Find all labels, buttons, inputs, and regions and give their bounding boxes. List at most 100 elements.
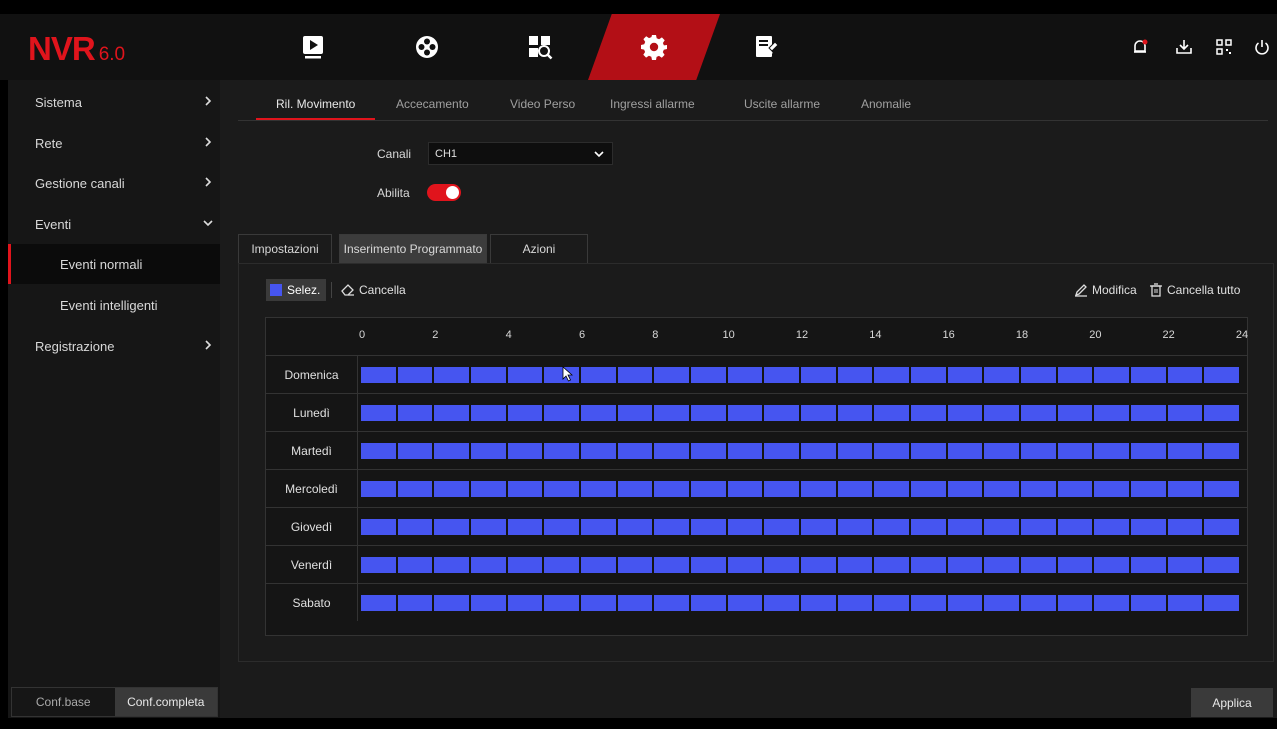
nav-playback[interactable] bbox=[387, 14, 467, 80]
hour-slot[interactable] bbox=[1167, 443, 1203, 459]
hour-slot[interactable] bbox=[1094, 481, 1129, 497]
hour-slot[interactable] bbox=[691, 481, 726, 497]
channel-select[interactable]: CH1 bbox=[428, 142, 613, 165]
hour-slot[interactable] bbox=[764, 595, 799, 611]
download-icon[interactable] bbox=[1175, 38, 1193, 56]
conf-full-button[interactable]: Conf.completa bbox=[114, 688, 217, 716]
enable-toggle[interactable] bbox=[427, 184, 461, 201]
power-icon[interactable] bbox=[1253, 38, 1271, 56]
hour-slot[interactable] bbox=[361, 595, 396, 611]
sidebar-item-eventi-intelligenti[interactable]: Eventi intelligenti bbox=[8, 285, 220, 325]
tab-impostazioni[interactable]: Impostazioni bbox=[238, 234, 332, 263]
hour-slot[interactable] bbox=[911, 367, 946, 383]
hour-slot[interactable] bbox=[984, 367, 1019, 383]
hour-slot[interactable] bbox=[544, 519, 579, 535]
hour-slot[interactable] bbox=[947, 367, 983, 383]
hour-slot[interactable] bbox=[874, 443, 909, 459]
hour-slot[interactable] bbox=[764, 443, 799, 459]
hour-slot[interactable] bbox=[1057, 557, 1093, 573]
hour-slot[interactable] bbox=[361, 405, 396, 421]
hour-slot[interactable] bbox=[471, 595, 506, 611]
hour-slot[interactable] bbox=[361, 481, 396, 497]
hour-slot[interactable] bbox=[544, 481, 579, 497]
hour-slot[interactable] bbox=[654, 519, 689, 535]
hour-slot[interactable] bbox=[1204, 481, 1239, 497]
hour-slot[interactable] bbox=[1204, 557, 1239, 573]
select-tool-button[interactable]: Selez. bbox=[266, 279, 327, 301]
hour-slot[interactable] bbox=[471, 481, 506, 497]
nav-live-view[interactable] bbox=[273, 14, 353, 80]
sidebar-item-eventi-normali[interactable]: Eventi normali bbox=[8, 244, 220, 284]
hour-slot[interactable] bbox=[654, 367, 689, 383]
hour-slot[interactable] bbox=[507, 405, 543, 421]
hour-slot[interactable] bbox=[911, 405, 946, 421]
hour-slot[interactable] bbox=[874, 519, 909, 535]
apply-button[interactable]: Applica bbox=[1191, 688, 1273, 717]
tab-azioni[interactable]: Azioni bbox=[490, 234, 588, 263]
hour-slot[interactable] bbox=[874, 595, 909, 611]
hour-slot[interactable] bbox=[911, 595, 946, 611]
hour-slot[interactable] bbox=[1021, 519, 1056, 535]
hour-slot[interactable] bbox=[1094, 367, 1129, 383]
hour-slot[interactable] bbox=[507, 481, 543, 497]
nav-search[interactable] bbox=[500, 14, 580, 80]
hour-slot[interactable] bbox=[911, 519, 946, 535]
tab-anomalie[interactable]: Anomalie bbox=[861, 90, 911, 118]
hour-slot[interactable] bbox=[764, 405, 799, 421]
hour-slot[interactable] bbox=[801, 519, 836, 535]
hour-slot[interactable] bbox=[1131, 481, 1166, 497]
schedule-grid[interactable]: 0 2 4 6 8 10 12 14 16 18 20 22 24 Domenica Lunedì Marte… bbox=[265, 317, 1248, 636]
hour-slot[interactable] bbox=[874, 481, 909, 497]
hour-slot[interactable] bbox=[544, 405, 579, 421]
hour-slot[interactable] bbox=[1094, 405, 1129, 421]
hour-slot[interactable] bbox=[1204, 405, 1239, 421]
hour-slot[interactable] bbox=[801, 443, 836, 459]
sidebar-item-registrazione[interactable]: Registrazione bbox=[8, 326, 220, 366]
hour-slot[interactable] bbox=[617, 481, 653, 497]
hour-slot[interactable] bbox=[1094, 557, 1129, 573]
hour-slot[interactable] bbox=[434, 367, 469, 383]
hour-slot[interactable] bbox=[727, 595, 763, 611]
hour-slot[interactable] bbox=[984, 481, 1019, 497]
hour-slot[interactable] bbox=[911, 481, 946, 497]
hour-slot[interactable] bbox=[397, 595, 433, 611]
hour-slot[interactable] bbox=[434, 481, 469, 497]
hour-slot[interactable] bbox=[471, 367, 506, 383]
hour-slot[interactable] bbox=[691, 443, 726, 459]
hour-slot[interactable] bbox=[984, 519, 1019, 535]
hour-slot[interactable] bbox=[764, 481, 799, 497]
conf-base-button[interactable]: Conf.base bbox=[12, 688, 115, 716]
hour-slot[interactable] bbox=[1021, 557, 1056, 573]
hour-slot[interactable] bbox=[1204, 519, 1239, 535]
tab-uscite-allarme[interactable]: Uscite allarme bbox=[744, 90, 820, 118]
hour-slot[interactable] bbox=[874, 557, 909, 573]
hour-slot[interactable] bbox=[654, 557, 689, 573]
hour-slot[interactable] bbox=[837, 481, 873, 497]
hour-slot[interactable] bbox=[471, 443, 506, 459]
hour-slot[interactable] bbox=[727, 557, 763, 573]
hour-slot[interactable] bbox=[1131, 557, 1166, 573]
hour-slot[interactable] bbox=[397, 443, 433, 459]
tab-ingressi-allarme[interactable]: Ingressi allarme bbox=[610, 90, 695, 118]
hour-slot[interactable] bbox=[764, 519, 799, 535]
hour-slot[interactable] bbox=[507, 443, 543, 459]
hour-slot[interactable] bbox=[1167, 367, 1203, 383]
hour-slot[interactable] bbox=[581, 481, 616, 497]
hour-slot[interactable] bbox=[1057, 443, 1093, 459]
nav-maintenance[interactable] bbox=[727, 14, 807, 80]
hour-slot[interactable] bbox=[727, 367, 763, 383]
hour-slot[interactable] bbox=[1057, 405, 1093, 421]
hour-slot[interactable] bbox=[691, 557, 726, 573]
hour-slot[interactable] bbox=[1057, 481, 1093, 497]
hour-slot[interactable] bbox=[361, 443, 396, 459]
hour-slot[interactable] bbox=[947, 481, 983, 497]
hour-slot[interactable] bbox=[727, 405, 763, 421]
hour-slot[interactable] bbox=[911, 557, 946, 573]
hour-slot[interactable] bbox=[471, 519, 506, 535]
hour-slot[interactable] bbox=[581, 519, 616, 535]
hour-slot[interactable] bbox=[1167, 481, 1203, 497]
sidebar-item-gestione-canali[interactable]: Gestione canali bbox=[8, 163, 220, 203]
hour-slot[interactable] bbox=[507, 557, 543, 573]
hour-slot[interactable] bbox=[471, 405, 506, 421]
hour-slot[interactable] bbox=[691, 367, 726, 383]
